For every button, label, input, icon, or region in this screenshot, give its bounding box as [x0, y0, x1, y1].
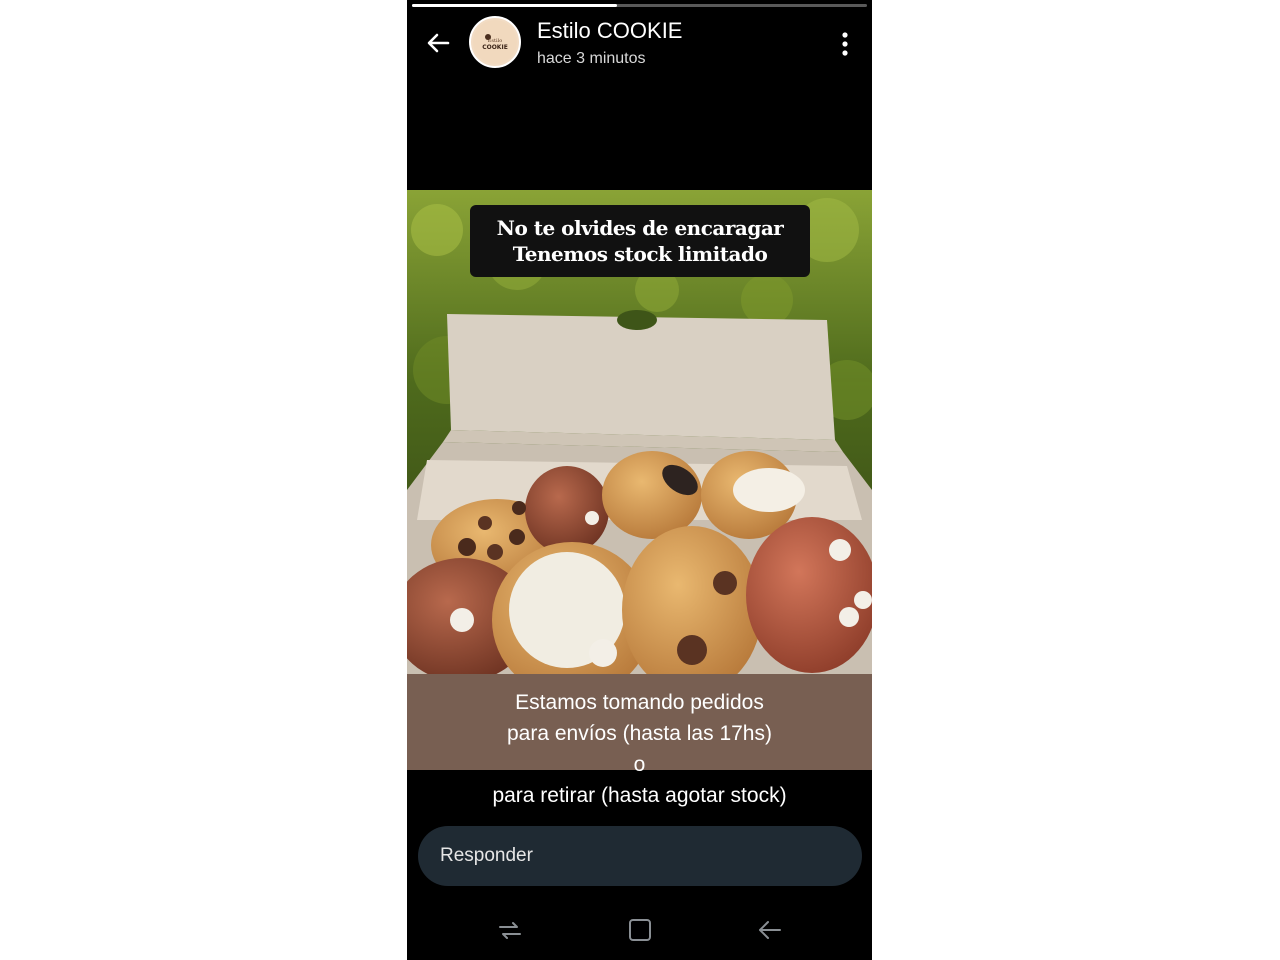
- story-progress-fill: [412, 4, 617, 7]
- story-progress-bar: [412, 4, 867, 7]
- recent-apps-button[interactable]: [490, 912, 530, 948]
- home-icon: [629, 919, 651, 941]
- account-name[interactable]: Estilo COOKIE: [537, 18, 682, 44]
- home-button[interactable]: [620, 912, 660, 948]
- arrow-back-icon: [427, 33, 450, 53]
- more-vertical-icon: [842, 32, 848, 56]
- caption-line-2: para envíos (hasta las 17hs): [507, 722, 772, 745]
- back-button[interactable]: [419, 24, 457, 62]
- nav-back-button[interactable]: [750, 912, 790, 948]
- headline-sticker: No te olvides de encaragar Tenemos stock…: [470, 205, 810, 277]
- caption-line-1: Estamos tomando pedidos: [515, 691, 764, 714]
- headline-line-2: Tenemos stock limitado: [512, 242, 768, 266]
- reply-input[interactable]: [438, 844, 842, 868]
- headline-line-1: No te olvides de encaragar: [496, 216, 784, 240]
- reply-field[interactable]: [418, 826, 862, 886]
- more-options-button[interactable]: [827, 26, 863, 62]
- nav-back-icon: [759, 921, 781, 939]
- svg-text:COOKIE: COOKIE: [482, 44, 508, 51]
- avatar-logo-image: Estilo COOKIE: [473, 20, 517, 64]
- caption-line-3: o: [633, 753, 646, 776]
- story-viewer: Estilo COOKIE Estilo COOKIE hace 3 minut…: [407, 0, 872, 960]
- avatar[interactable]: Estilo COOKIE: [469, 16, 521, 68]
- caption-line-4: para retirar (hasta agotar stock): [492, 784, 787, 807]
- system-navigation-bar: [407, 900, 872, 960]
- recent-apps-icon: [499, 922, 521, 939]
- post-timestamp: hace 3 minutos: [537, 50, 646, 67]
